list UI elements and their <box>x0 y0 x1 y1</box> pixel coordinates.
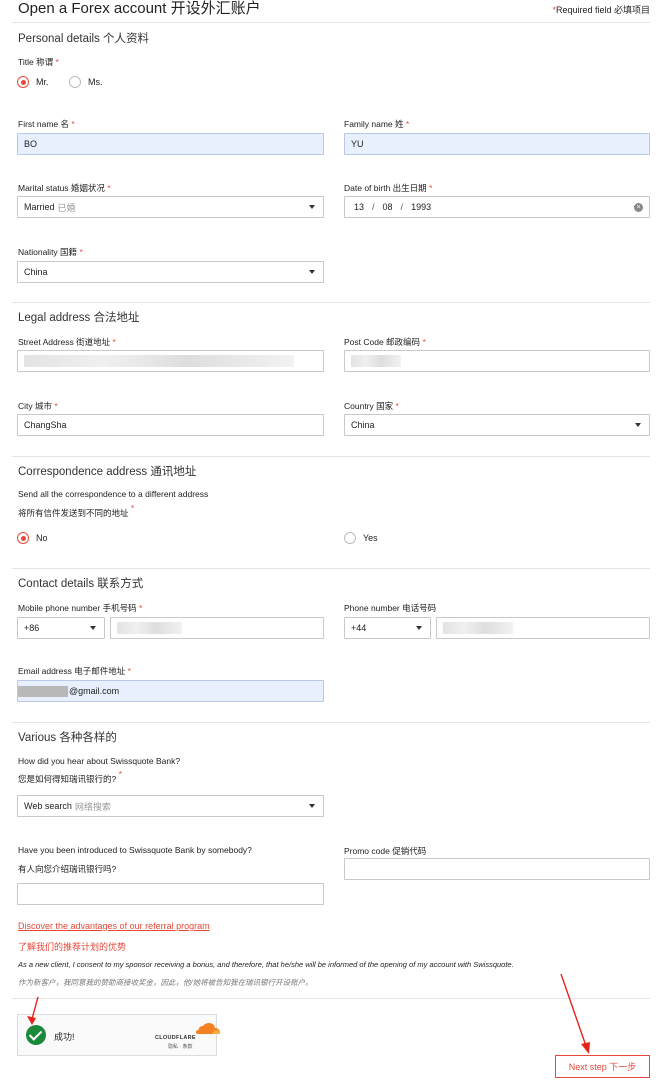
hear-value: Web search <box>24 801 72 811</box>
city-input[interactable]: ChangSha <box>17 414 324 436</box>
mobile-number-input[interactable] <box>110 617 324 639</box>
dob-sep: / <box>400 202 404 212</box>
referral-link-cn[interactable]: 了解我们的推荐计划的优势 <box>18 940 126 953</box>
marital-status-value-cn: 已婚 <box>57 202 76 213</box>
correspondence-question-cn: 将所有信件发送到不同的地址 * <box>18 503 135 518</box>
required-field-note: *Required field 必填项目 <box>552 5 650 15</box>
email-value: @gmail.com <box>69 686 120 696</box>
hear-label-en: How did you hear about Swissquote Bank? <box>18 756 181 766</box>
success-check-icon <box>26 1025 46 1045</box>
dob-year[interactable]: 1993 <box>411 202 431 212</box>
consent-text-cn: 作为新客户，我同意我的赞助商接收奖金，因此，他/她将被告知我在瑞讯银行开设账户。 <box>18 978 313 987</box>
email-label: Email address 电子邮件地址 * <box>18 666 131 676</box>
nationality-value: China <box>24 267 48 277</box>
annotation-arrow-icon <box>27 996 39 1025</box>
dob-day[interactable]: 13 <box>354 202 364 212</box>
title-radio-ms[interactable] <box>69 76 81 88</box>
divider <box>12 22 650 23</box>
redacted-text <box>351 355 401 367</box>
promo-label: Promo code 促销代码 <box>344 846 427 856</box>
divider <box>12 998 650 999</box>
chevron-down-icon <box>309 270 315 274</box>
correspondence-option-no: No <box>36 533 48 543</box>
marital-status-value: Married <box>24 202 55 212</box>
phone-code-value: +44 <box>351 623 367 633</box>
next-step-button[interactable]: Next step 下一步 <box>555 1055 650 1078</box>
captcha-success-text: 成功! <box>54 1032 75 1042</box>
first-name-input[interactable]: BO <box>17 133 324 155</box>
correspondence-radio-yes[interactable] <box>344 532 356 544</box>
section-title-various: Various 各种各样的 <box>18 732 117 744</box>
section-title-personal: Personal details 个人资料 <box>18 33 150 45</box>
mobile-label: Mobile phone number 手机号码 * <box>18 603 143 613</box>
title-option-mr: Mr. <box>36 77 49 87</box>
phone-label: Phone number 电话号码 <box>344 603 437 613</box>
title-label: Title 称谓 * <box>18 57 59 67</box>
phone-number-input[interactable] <box>436 617 650 639</box>
country-value: China <box>351 420 375 430</box>
captcha-brand: CLOUDFLARE <box>155 1035 196 1041</box>
clear-icon[interactable]: × <box>634 203 643 212</box>
family-name-input[interactable]: YU <box>344 133 650 155</box>
correspondence-radio-no[interactable] <box>17 532 29 544</box>
country-select[interactable]: China <box>344 414 650 436</box>
hear-label-cn: 您是如何得知瑞讯银行的? * <box>18 769 122 784</box>
introduced-label-en: Have you been introduced to Swissquote B… <box>18 845 252 855</box>
referral-link-en[interactable]: Discover the advantages of our referral … <box>18 921 210 931</box>
introduced-label-cn: 有人向您介绍瑞讯银行吗? <box>18 864 117 874</box>
dob-label: Date of birth 出生日期 * <box>344 183 433 193</box>
first-name-label: First name 名 * <box>18 119 75 129</box>
introduced-input[interactable] <box>17 883 324 905</box>
postcode-input[interactable] <box>344 350 650 372</box>
marital-status-label: Marital status 婚姻状况 * <box>18 183 111 193</box>
phone-code-select[interactable]: +44 <box>344 617 431 639</box>
cloudflare-logo-icon <box>196 1023 220 1034</box>
section-title-contact: Contact details 联系方式 <box>18 578 144 590</box>
dob-month[interactable]: 08 <box>383 202 393 212</box>
section-title-correspondence: Correspondence address 通讯地址 <box>18 466 197 478</box>
marital-status-select[interactable]: Married 已婚 <box>17 196 324 218</box>
chevron-down-icon <box>635 423 641 427</box>
email-input[interactable]: @gmail.com <box>17 680 324 702</box>
redacted-text <box>443 622 513 634</box>
street-input[interactable] <box>17 350 324 372</box>
street-label: Street Address 街道地址 * <box>18 337 116 347</box>
redacted-text <box>117 622 182 634</box>
hear-value-cn: 网络搜索 <box>74 801 111 812</box>
mobile-code-select[interactable]: +86 <box>17 617 105 639</box>
correspondence-option-yes: Yes <box>363 533 378 543</box>
family-name-label: Family name 姓 * <box>344 119 410 129</box>
chevron-down-icon <box>90 626 96 630</box>
consent-text-en: As a new client, I consent to my sponsor… <box>18 960 514 969</box>
divider <box>12 456 650 457</box>
chevron-down-icon <box>416 626 422 630</box>
dob-input[interactable]: 13 / 08 / 1993 × <box>344 196 650 218</box>
nationality-label: Nationality 国籍 * <box>18 247 83 257</box>
title-radio-mr[interactable] <box>17 76 29 88</box>
captcha-links[interactable]: 隐私 · 条款 <box>168 1043 192 1050</box>
city-label: City 城市 * <box>18 401 58 411</box>
redacted-text <box>18 685 68 697</box>
correspondence-question-en: Send all the correspondence to a differe… <box>18 489 209 499</box>
dob-sep: / <box>372 202 375 212</box>
chevron-down-icon <box>309 804 315 808</box>
section-title-legal: Legal address 合法地址 <box>18 312 140 324</box>
annotation-arrow-icon <box>560 973 590 1054</box>
title-option-ms: Ms. <box>88 77 103 87</box>
mobile-code-value: +86 <box>24 623 40 633</box>
divider <box>12 302 650 303</box>
divider <box>12 722 650 723</box>
redacted-text <box>24 355 294 367</box>
hear-select[interactable]: Web search 网络搜索 <box>17 795 324 817</box>
nationality-select[interactable]: China <box>17 261 324 283</box>
country-label: Country 国家 * <box>344 401 399 411</box>
divider <box>12 568 650 569</box>
chevron-down-icon <box>309 205 315 209</box>
postcode-label: Post Code 邮政编码 * <box>344 337 426 347</box>
page-title: Open a Forex account 开设外汇账户 <box>18 0 261 17</box>
promo-input[interactable] <box>344 858 650 880</box>
